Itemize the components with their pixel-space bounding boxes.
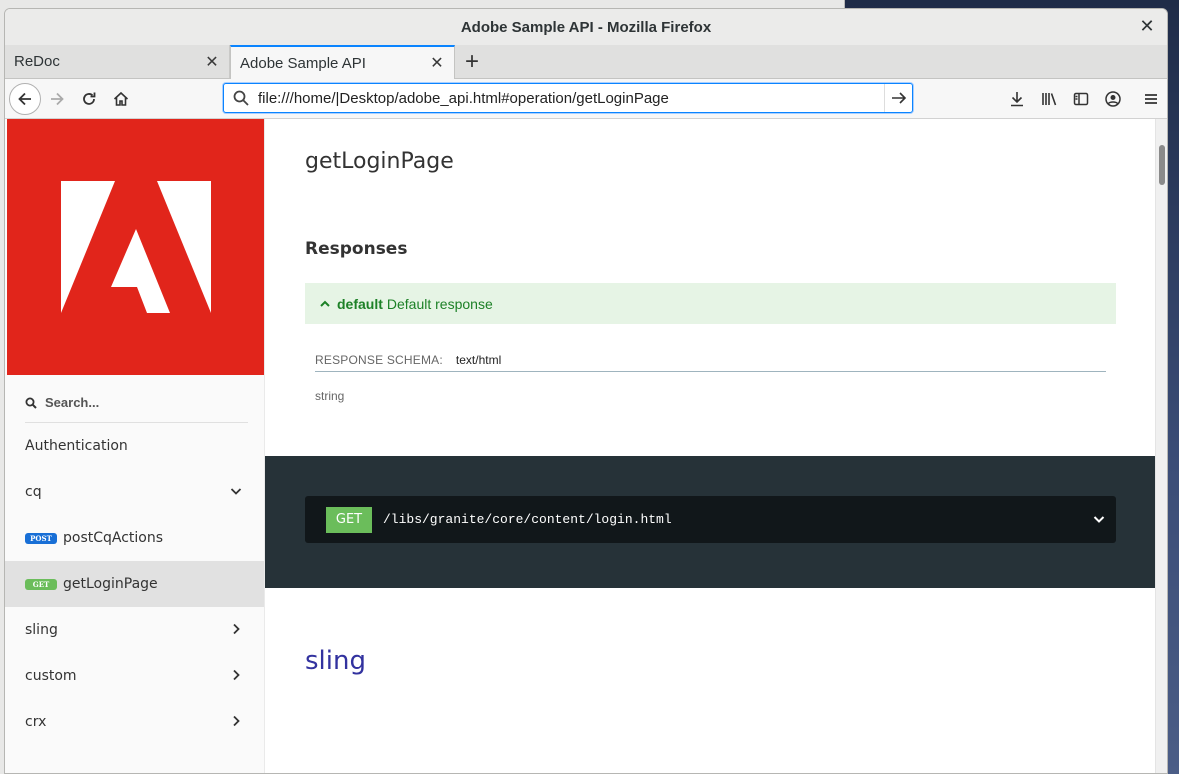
home-button[interactable] bbox=[105, 83, 137, 115]
arrow-right-icon bbox=[51, 92, 64, 105]
chevron-up-icon bbox=[320, 300, 330, 307]
sidebar-toggle-button[interactable] bbox=[1065, 83, 1097, 115]
chevron-right-icon bbox=[233, 715, 240, 727]
response-description: Default response bbox=[386, 295, 493, 312]
scrollbar-thumb[interactable] bbox=[1159, 145, 1165, 185]
operation-title: getLoginPage bbox=[305, 149, 454, 174]
menu-button[interactable] bbox=[1135, 83, 1167, 115]
schema-label: RESPONSE SCHEMA: bbox=[315, 353, 443, 367]
sidebar-item-label: custom bbox=[25, 668, 77, 684]
response-code: default bbox=[337, 295, 383, 312]
new-tab-button[interactable]: + bbox=[455, 45, 489, 78]
back-button[interactable] bbox=[9, 82, 41, 115]
reload-icon bbox=[83, 92, 96, 105]
toolbar-right bbox=[1001, 83, 1167, 115]
sidebar-search bbox=[25, 383, 248, 423]
search-icon bbox=[224, 89, 258, 107]
api-sidebar: Authentication cq POST postCqActions GET… bbox=[5, 119, 265, 773]
forward-button[interactable] bbox=[41, 83, 73, 115]
nav-toolbar: file:///home/|Desktop/adobe_api.html#ope… bbox=[5, 79, 1167, 119]
title-bar: Adobe Sample API - Mozilla Firefox ✕ bbox=[5, 9, 1167, 45]
sidebar-item-label: crx bbox=[25, 714, 47, 730]
window-title: Adobe Sample API - Mozilla Firefox bbox=[460, 18, 712, 36]
chevron-down-icon bbox=[230, 488, 242, 495]
sidebar-item-label: sling bbox=[25, 622, 58, 638]
search-icon bbox=[25, 397, 37, 409]
url-text[interactable]: file:///home/|Desktop/adobe_api.html#ope… bbox=[258, 90, 884, 107]
tab-label: ReDoc bbox=[14, 53, 60, 70]
http-method-badge: GET bbox=[326, 506, 372, 533]
downloads-button[interactable] bbox=[1001, 83, 1033, 115]
schema-content-type[interactable]: text/html bbox=[456, 353, 501, 367]
tab-close-icon[interactable]: ✕ bbox=[203, 52, 221, 72]
responses-heading: Responses bbox=[305, 239, 408, 259]
url-bar[interactable]: file:///home/|Desktop/adobe_api.html#ope… bbox=[223, 83, 913, 113]
chevron-right-icon bbox=[233, 623, 240, 635]
reload-button[interactable] bbox=[73, 83, 105, 115]
sidebar-item-label: postCqActions bbox=[63, 530, 164, 546]
endpoint-panel: GET /libs/granite/core/content/login.htm… bbox=[265, 456, 1156, 588]
get-method-badge: GET bbox=[25, 578, 57, 590]
sidebar-item-postcqactions[interactable]: POST postCqActions bbox=[5, 515, 264, 561]
account-button[interactable] bbox=[1097, 83, 1129, 115]
library-icon bbox=[1042, 93, 1057, 106]
tab-label: Adobe Sample API bbox=[240, 54, 366, 72]
search-input[interactable] bbox=[45, 395, 225, 410]
tab-bar: ReDoc ✕ Adobe Sample API ✕ + bbox=[5, 45, 1167, 79]
endpoint-path: /libs/granite/core/content/login.html bbox=[383, 512, 672, 527]
sidebar-item-sling[interactable]: sling bbox=[5, 607, 264, 653]
sidebar-item-label: cq bbox=[25, 484, 42, 500]
arrow-right-icon bbox=[891, 92, 906, 104]
account-icon bbox=[1105, 91, 1121, 107]
sidebar-icon bbox=[1073, 92, 1089, 106]
sidebar-item-authentication[interactable]: Authentication bbox=[5, 423, 264, 469]
page-content: Authentication cq POST postCqActions GET… bbox=[5, 119, 1167, 773]
sidebar-item-label: getLoginPage bbox=[63, 576, 158, 592]
sidebar-item-label: Authentication bbox=[25, 438, 128, 454]
adobe-logo-icon bbox=[61, 181, 211, 313]
sidebar-item-getloginpage[interactable]: GET getLoginPage bbox=[5, 561, 264, 607]
sidebar-item-cq[interactable]: cq bbox=[5, 469, 264, 515]
adobe-logo bbox=[7, 119, 264, 375]
schema-type: string bbox=[315, 389, 345, 403]
response-schema-row: RESPONSE SCHEMA: text/html bbox=[315, 353, 1106, 372]
browser-window: Adobe Sample API - Mozilla Firefox ✕ ReD… bbox=[4, 8, 1168, 774]
default-response-toggle[interactable]: default Default response bbox=[305, 283, 1116, 324]
main-panel: getLoginPage Responses default Default r… bbox=[265, 119, 1167, 773]
chevron-down-icon bbox=[1093, 516, 1105, 523]
home-icon bbox=[113, 91, 129, 106]
section-title-sling: sling bbox=[305, 646, 366, 676]
download-icon bbox=[1011, 92, 1023, 107]
chevron-right-icon bbox=[233, 669, 240, 681]
go-arrow-button[interactable] bbox=[884, 84, 912, 112]
hamburger-icon bbox=[1145, 94, 1157, 104]
endpoint-toggle[interactable]: GET /libs/granite/core/content/login.htm… bbox=[305, 496, 1116, 543]
page-scrollbar[interactable] bbox=[1155, 119, 1167, 773]
post-method-badge: POST bbox=[25, 532, 57, 544]
sidebar-item-crx[interactable]: crx bbox=[5, 699, 264, 745]
arrow-left-icon bbox=[18, 92, 31, 105]
sidebar-item-custom[interactable]: custom bbox=[5, 653, 264, 699]
tab-close-icon[interactable]: ✕ bbox=[428, 53, 446, 73]
tab-redoc[interactable]: ReDoc ✕ bbox=[5, 45, 230, 78]
library-button[interactable] bbox=[1033, 83, 1065, 115]
window-close-button[interactable]: ✕ bbox=[1137, 16, 1157, 37]
tab-adobe-sample-api[interactable]: Adobe Sample API ✕ bbox=[230, 45, 455, 79]
